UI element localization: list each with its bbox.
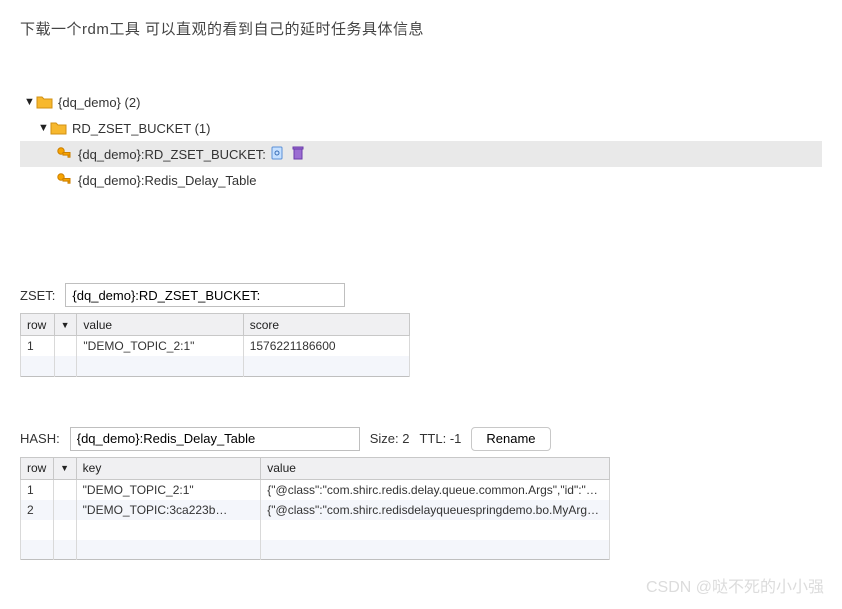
- hash-table: row ▼ key value 1 "DEMO_TOPIC_2:1" {"@cl…: [20, 457, 610, 561]
- cell-value: "DEMO_TOPIC_2:1": [77, 336, 243, 357]
- cell-value: {"@class":"com.shirc.redisdelayqueuespri…: [261, 500, 610, 520]
- expand-arrow-icon[interactable]: ▼: [38, 122, 50, 134]
- tree-label: {dq_demo}:RD_ZSET_BUCKET:: [78, 147, 266, 162]
- hash-ttl: TTL: -1: [419, 431, 461, 446]
- key-icon: [56, 146, 74, 162]
- table-row[interactable]: 1 "DEMO_TOPIC_2:1" 1576221186600: [21, 336, 410, 357]
- cell-row: 2: [21, 500, 54, 520]
- rename-button[interactable]: Rename: [471, 427, 550, 451]
- tree-key-selected[interactable]: {dq_demo}:RD_ZSET_BUCKET:: [20, 141, 822, 167]
- zset-key-input[interactable]: [65, 283, 345, 307]
- page-heading: 下载一个rdm工具 可以直观的看到自己的延时任务具体信息: [20, 18, 822, 39]
- sort-icon[interactable]: ▼: [54, 314, 77, 336]
- folder-icon: [50, 120, 68, 136]
- cell-value: {"@class":"com.shirc.redis.delay.queue.c…: [261, 479, 610, 500]
- sort-icon[interactable]: ▼: [54, 457, 76, 479]
- watermark: CSDN @哒不死的小小强: [646, 573, 824, 597]
- table-row-empty: [21, 540, 610, 560]
- cell-row: 1: [21, 336, 55, 357]
- table-row[interactable]: 1 "DEMO_TOPIC_2:1" {"@class":"com.shirc.…: [21, 479, 610, 500]
- zset-section: ZSET: row ▼ value score 1 "DEMO_TOPIC_2:…: [20, 283, 822, 377]
- cell-sort: [54, 336, 77, 357]
- tree-key[interactable]: {dq_demo}:Redis_Delay_Table: [20, 167, 822, 193]
- col-header-value[interactable]: value: [261, 457, 610, 479]
- col-header-key[interactable]: key: [76, 457, 261, 479]
- tree-root-folder[interactable]: ▼ {dq_demo} (2): [20, 89, 822, 115]
- cell-key: "DEMO_TOPIC:3ca223b…: [76, 500, 261, 520]
- hash-key-input[interactable]: [70, 427, 360, 451]
- tree-label: RD_ZSET_BUCKET (1): [72, 121, 210, 136]
- key-icon: [56, 172, 74, 188]
- col-header-value[interactable]: value: [77, 314, 243, 336]
- table-row[interactable]: 2 "DEMO_TOPIC:3ca223b… {"@class":"com.sh…: [21, 500, 610, 520]
- cell-row: 1: [21, 479, 54, 500]
- hash-label: HASH:: [20, 431, 60, 446]
- tree-folder[interactable]: ▼ RD_ZSET_BUCKET (1): [20, 115, 822, 141]
- hash-section: HASH: Size: 2 TTL: -1 Rename row ▼ key v…: [20, 427, 822, 561]
- cell-key: "DEMO_TOPIC_2:1": [76, 479, 261, 500]
- key-tree: ▼ {dq_demo} (2) ▼ RD_ZSET_BUCKET (1) {dq…: [20, 89, 822, 193]
- tree-label: {dq_demo}:Redis_Delay_Table: [78, 173, 257, 188]
- hash-size: Size: 2: [370, 431, 410, 446]
- col-header-row[interactable]: row: [21, 314, 55, 336]
- tree-label: {dq_demo} (2): [58, 95, 140, 110]
- zset-label: ZSET:: [20, 288, 55, 303]
- col-header-score[interactable]: score: [243, 314, 409, 336]
- cell-score: 1576221186600: [243, 336, 409, 357]
- expand-arrow-icon[interactable]: ▼: [24, 96, 36, 108]
- table-row-empty: [21, 520, 610, 540]
- zset-table: row ▼ value score 1 "DEMO_TOPIC_2:1" 157…: [20, 313, 410, 377]
- delete-icon[interactable]: [290, 145, 308, 163]
- table-row-empty: [21, 356, 410, 376]
- refresh-icon[interactable]: [269, 145, 287, 163]
- col-header-row[interactable]: row: [21, 457, 54, 479]
- folder-icon: [36, 94, 54, 110]
